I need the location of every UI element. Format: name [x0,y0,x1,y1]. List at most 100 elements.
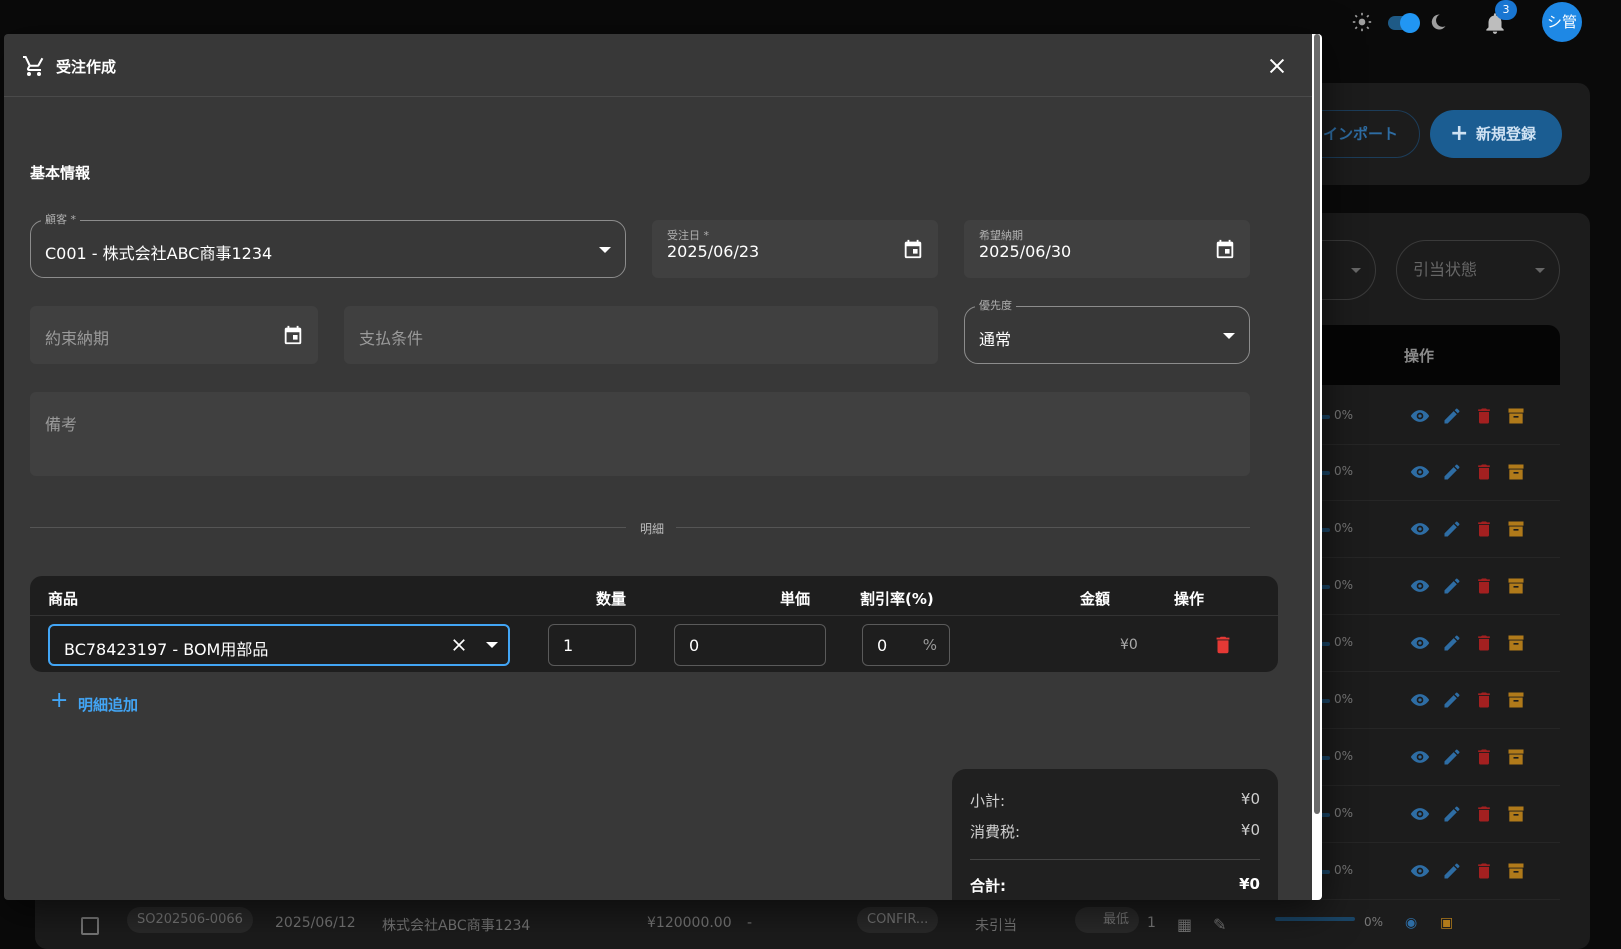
desired-delivery-field[interactable]: 希望納期 2025/06/30 [964,220,1250,278]
priority-chip-label: 最低 [1103,912,1130,927]
calendar-icon[interactable] [902,238,924,260]
progress-text: 0% [1334,692,1354,706]
product-value: BC78423197 - BOM用部品 [64,640,269,659]
discount-input[interactable]: 0 % [862,624,950,666]
divider [970,859,1260,860]
delete-icon[interactable] [1474,633,1494,653]
chevron-down-icon[interactable] [486,642,498,648]
empty-cell: - [747,915,753,931]
divider [676,527,1250,528]
edit-icon[interactable] [1442,462,1462,482]
eye-icon[interactable] [1410,690,1430,710]
total-label: 合計: [970,877,1006,895]
theme-toggle-thumb[interactable] [1400,13,1420,33]
payment-terms-field[interactable]: 支払条件 [344,306,938,364]
edit-icon[interactable] [1442,406,1462,426]
promised-delivery-field[interactable]: 約束納期 [30,306,318,364]
archive-icon[interactable]: ▣ [1440,915,1453,931]
chevron-down-icon [1351,268,1361,273]
calendar-icon[interactable] [1214,238,1236,260]
item-count: 1 [1147,915,1156,931]
delete-icon[interactable] [1474,804,1494,824]
order-date: 2025/06/12 [275,915,356,931]
archive-icon[interactable] [1506,690,1526,710]
clear-icon[interactable] [450,636,468,654]
unit-price-input[interactable]: 0 [674,624,826,666]
eye-icon[interactable] [1410,406,1430,426]
archive-icon[interactable] [1506,633,1526,653]
basic-info-heading: 基本情報 [30,164,91,182]
edit-icon[interactable] [1442,576,1462,596]
progress-text: 0% [1334,749,1354,763]
delete-icon[interactable] [1474,462,1494,482]
edit-icon[interactable] [1442,804,1462,824]
eye-icon[interactable] [1410,804,1430,824]
moon-icon[interactable] [1428,12,1448,32]
promised-delivery-placeholder: 約束納期 [45,329,110,348]
edit-icon[interactable] [1442,633,1462,653]
progress-text: 0% [1334,578,1354,592]
calendar-icon[interactable] [282,324,304,346]
priority-select[interactable]: 優先度 通常 [964,299,1250,364]
order-date-label: 受注日 * [667,229,709,242]
archive-icon[interactable] [1506,576,1526,596]
priority-label: 優先度 [975,299,1016,313]
discount-value: 0 [877,636,888,655]
archive-icon[interactable] [1506,804,1526,824]
edit-icon[interactable] [1442,861,1462,881]
new-button[interactable]: + 新規登録 [1430,110,1562,158]
eye-icon[interactable]: ◉ [1405,915,1417,931]
order-date-field[interactable]: 受注日 * 2025/06/23 [652,220,938,278]
eye-icon[interactable] [1410,747,1430,767]
eye-icon[interactable] [1410,462,1430,482]
eye-icon[interactable] [1410,519,1430,539]
close-icon[interactable] [1266,55,1288,77]
subtotal-value: ¥0 [1240,790,1260,808]
delete-icon[interactable] [1212,634,1234,656]
delete-icon[interactable] [1474,861,1494,881]
chevron-down-icon [1223,333,1235,339]
archive-icon[interactable] [1506,462,1526,482]
delete-icon[interactable] [1474,406,1494,426]
edit-icon[interactable] [1442,747,1462,767]
col-unit-price: 単価 [780,590,811,608]
eye-icon[interactable] [1410,861,1430,881]
scrollbar-thumb[interactable] [1314,34,1320,814]
quantity-input[interactable]: 1 [548,624,636,666]
sun-icon[interactable] [1352,12,1372,32]
archive-icon[interactable] [1506,519,1526,539]
delete-icon[interactable] [1474,747,1494,767]
avatar[interactable]: シ管 [1542,2,1582,42]
order-summary: 小計: ¥0 消費税: ¥0 合計: ¥0 [952,769,1278,900]
subtotal-label: 小計: [970,792,1006,810]
archive-icon[interactable] [1506,406,1526,426]
customer-value: C001 - 株式会社ABC商事1234 [45,244,273,263]
delete-icon[interactable] [1474,576,1494,596]
notes-field[interactable]: 備考 [30,392,1250,476]
percent-suffix: % [922,636,937,654]
allocation-status: 未引当 [975,918,1017,934]
new-button-label: 新規登録 [1476,125,1537,143]
row-checkbox[interactable] [81,917,99,935]
calculator-icon[interactable]: ▦ [1177,915,1192,934]
allocation-filter-select[interactable]: 引当状態 [1396,240,1560,300]
line-items-header: 商品 数量 単価 割引率(%) 金額 操作 [30,576,1278,616]
progress-text: 0% [1334,635,1354,649]
edit-icon[interactable]: ✎ [1213,915,1226,934]
eye-icon[interactable] [1410,633,1430,653]
archive-icon[interactable] [1506,861,1526,881]
archive-icon[interactable] [1506,747,1526,767]
col-ops: 操作 [1174,590,1205,608]
chevron-down-icon [599,247,611,253]
delete-icon[interactable] [1474,519,1494,539]
eye-icon[interactable] [1410,576,1430,596]
product-autocomplete[interactable]: BC78423197 - BOM用部品 [48,624,510,666]
quantity-value: 1 [563,636,574,655]
delete-icon[interactable] [1474,690,1494,710]
cart-icon [23,56,44,76]
customer-select[interactable]: 顧客 * C001 - 株式会社ABC商事1234 [30,213,626,278]
edit-icon[interactable] [1442,690,1462,710]
dialog-header: 受注作成 [4,34,1312,97]
edit-icon[interactable] [1442,519,1462,539]
order-number-chip[interactable]: SO202506-0066 [127,907,253,933]
